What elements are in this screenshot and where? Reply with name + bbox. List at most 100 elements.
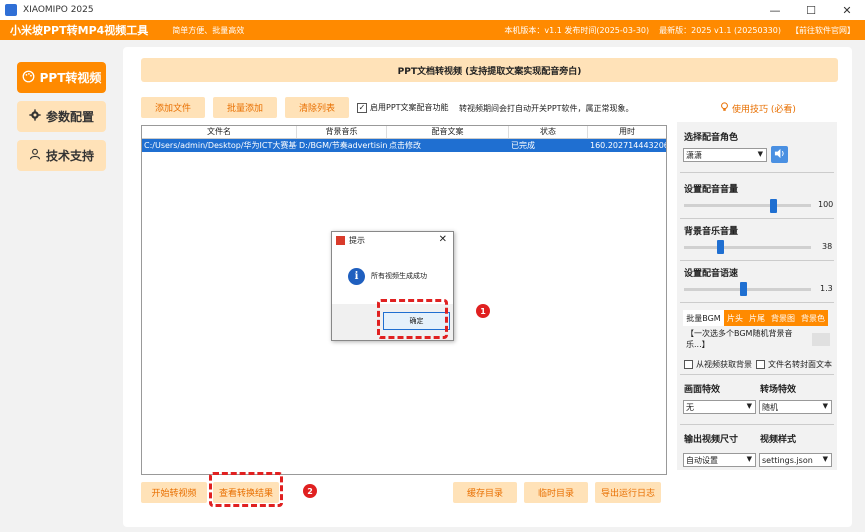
tab-bg-image[interactable]: 背景图 xyxy=(768,310,798,326)
dialog-message: 所有视频生成成功 xyxy=(371,272,427,280)
filename-cover-checkbox[interactable]: 文件名转封面文本 xyxy=(756,359,832,370)
sidebar-item-label: PPT转视频 xyxy=(39,71,102,85)
speed-label: 设置配音语速 xyxy=(684,269,739,279)
bgm-volume-handle[interactable] xyxy=(716,240,724,254)
app-slogan: 简单方便、批量高效 xyxy=(172,25,245,35)
cell-duration: 160.2027144432068 xyxy=(590,141,666,150)
window-controls: — ☐ ✕ xyxy=(757,0,865,20)
chevron-down-icon: ▼ xyxy=(746,402,752,410)
speed-value: 1.3 xyxy=(820,284,833,293)
enable-voice-label: 启用PPT文案配音功能 xyxy=(370,103,449,112)
highlight-view-results-annotation xyxy=(209,472,283,507)
chevron-down-icon: ▼ xyxy=(822,455,828,463)
speaker-icon xyxy=(774,148,785,162)
sidebar-item-settings[interactable]: 参数配置 xyxy=(17,101,106,132)
voice-volume-value: 100 xyxy=(818,200,834,209)
divider xyxy=(680,374,834,375)
tab-intro[interactable]: 片头 xyxy=(724,310,746,326)
sidebar-item-support[interactable]: 技术支持 xyxy=(17,140,106,171)
cell-bgm: D:/BGM/节奏advertising xyxy=(299,141,387,150)
voice-volume-handle[interactable] xyxy=(770,199,778,213)
dialog-titlebar: 提示 xyxy=(332,232,453,248)
usage-tips-link[interactable]: 使用技巧 (必看) xyxy=(720,102,796,115)
batch-add-button[interactable]: 批量添加 xyxy=(213,97,277,118)
transition-label: 转场特效 xyxy=(760,385,797,395)
divider xyxy=(680,302,834,303)
close-icon[interactable]: ✕ xyxy=(439,234,447,245)
cell-filename: C:/Users/admin/Desktop/华为ICT大赛基础 xyxy=(144,141,297,150)
divider xyxy=(680,424,834,425)
bgm-volume-slider[interactable] xyxy=(684,246,811,249)
sidebar-item-ppt-to-video[interactable]: PPT转视频 xyxy=(17,62,106,93)
app-logo-icon xyxy=(5,4,17,16)
voice-volume-label: 设置配音音量 xyxy=(684,185,739,195)
minimize-button[interactable]: — xyxy=(757,0,793,20)
page-title: PPT文档转视频 (支持提取文案实现配音旁白) xyxy=(141,58,838,82)
from-video-bg-label: 从视频获取背景 xyxy=(696,360,752,369)
divider xyxy=(680,172,834,173)
sidebar-item-label: 技术支持 xyxy=(45,149,94,163)
app-name: 小米坡PPT转MP4视频工具 xyxy=(10,24,149,37)
temp-dir-button[interactable]: 临时目录 xyxy=(524,482,588,503)
table-row[interactable]: C:/Users/admin/Desktop/华为ICT大赛基础 D:/BGM/… xyxy=(142,139,666,152)
bgm-browse-button[interactable] xyxy=(812,333,830,346)
column-header[interactable]: 配音文案 xyxy=(387,126,509,138)
palette-icon xyxy=(22,70,35,86)
close-button[interactable]: ✕ xyxy=(829,0,865,20)
checkmark-icon: ✓ xyxy=(357,102,367,113)
latest-version: 最新版：2025 v1.1 (20250330) xyxy=(659,25,781,35)
start-convert-button[interactable]: 开始转视频 xyxy=(141,482,207,503)
effect-select[interactable]: 无 ▼ xyxy=(683,400,756,414)
column-header[interactable]: 背景音乐 xyxy=(297,126,387,138)
cache-dir-button[interactable]: 缓存目录 xyxy=(453,482,517,503)
dialog-title: 提示 xyxy=(349,235,365,245)
transition-value: 随机 xyxy=(762,402,778,412)
step-badge-1: 1 xyxy=(476,304,490,318)
user-icon xyxy=(29,148,41,163)
filename-cover-label: 文件名转封面文本 xyxy=(768,360,832,369)
enable-voice-checkbox[interactable]: ✓ 启用PPT文案配音功能 xyxy=(357,102,449,113)
sidebar: PPT转视频 参数配置 技术支持 xyxy=(0,40,118,532)
info-icon: i xyxy=(348,267,365,285)
window-titlebar: XIAOMIPO 2025 — ☐ ✕ xyxy=(0,0,865,20)
speed-handle[interactable] xyxy=(740,282,748,296)
speed-slider[interactable] xyxy=(684,288,811,291)
official-site-link[interactable]: 【前往软件官网】 xyxy=(791,25,855,36)
speaker-preview-button[interactable] xyxy=(771,146,788,163)
sidebar-item-label: 参数配置 xyxy=(45,110,94,124)
step-badge-2: 2 xyxy=(303,484,317,498)
maximize-button[interactable]: ☐ xyxy=(793,0,829,20)
clear-list-button[interactable]: 清除列表 xyxy=(285,97,349,118)
add-file-button[interactable]: 添加文件 xyxy=(141,97,205,118)
chevron-down-icon: ▼ xyxy=(822,402,828,410)
cell-voice-text[interactable]: 点击修改 xyxy=(387,139,509,152)
checkbox-box xyxy=(684,360,693,369)
bgm-tabs: 批量BGM 片头 片尾 背景图 背景色 xyxy=(683,310,828,326)
table-header: 文件名 背景音乐 配音文案 状态 用时 xyxy=(142,126,666,139)
tab-batch-bgm[interactable]: 批量BGM xyxy=(683,310,724,326)
output-size-label: 输出视频尺寸 xyxy=(684,435,739,445)
voice-role-label: 选择配音角色 xyxy=(684,133,739,143)
local-version: 本机版本：v1.1 发布时间(2025-03-30) xyxy=(504,25,650,35)
transition-select[interactable]: 随机 ▼ xyxy=(759,400,832,414)
column-header[interactable]: 状态 xyxy=(509,126,588,138)
export-log-button[interactable]: 导出运行日志 xyxy=(595,482,661,503)
voice-role-select[interactable]: 潇潇 ▼ xyxy=(683,148,767,162)
bgm-select-field[interactable]: 【一次选多个BGM随机背景音乐...】 xyxy=(684,329,810,349)
output-size-select[interactable]: 自动设置 ▼ xyxy=(683,453,756,467)
column-header[interactable]: 文件名 xyxy=(142,126,297,138)
highlight-ok-annotation xyxy=(377,299,448,339)
voice-role-value: 潇潇 xyxy=(686,150,702,160)
voice-volume-slider[interactable] xyxy=(684,204,811,207)
column-header[interactable]: 用时 xyxy=(588,126,666,138)
window-title: XIAOMIPO 2025 xyxy=(23,5,94,15)
divider xyxy=(680,260,834,261)
tab-outro[interactable]: 片尾 xyxy=(746,310,768,326)
video-style-select[interactable]: settings.json ▼ xyxy=(759,453,832,467)
video-style-value: settings.json xyxy=(762,455,813,465)
effect-value: 无 xyxy=(686,402,694,412)
checkbox-box xyxy=(756,360,765,369)
divider xyxy=(680,218,834,219)
tab-bg-color[interactable]: 背景色 xyxy=(798,310,828,326)
from-video-bg-checkbox[interactable]: 从视频获取背景 xyxy=(684,359,752,370)
